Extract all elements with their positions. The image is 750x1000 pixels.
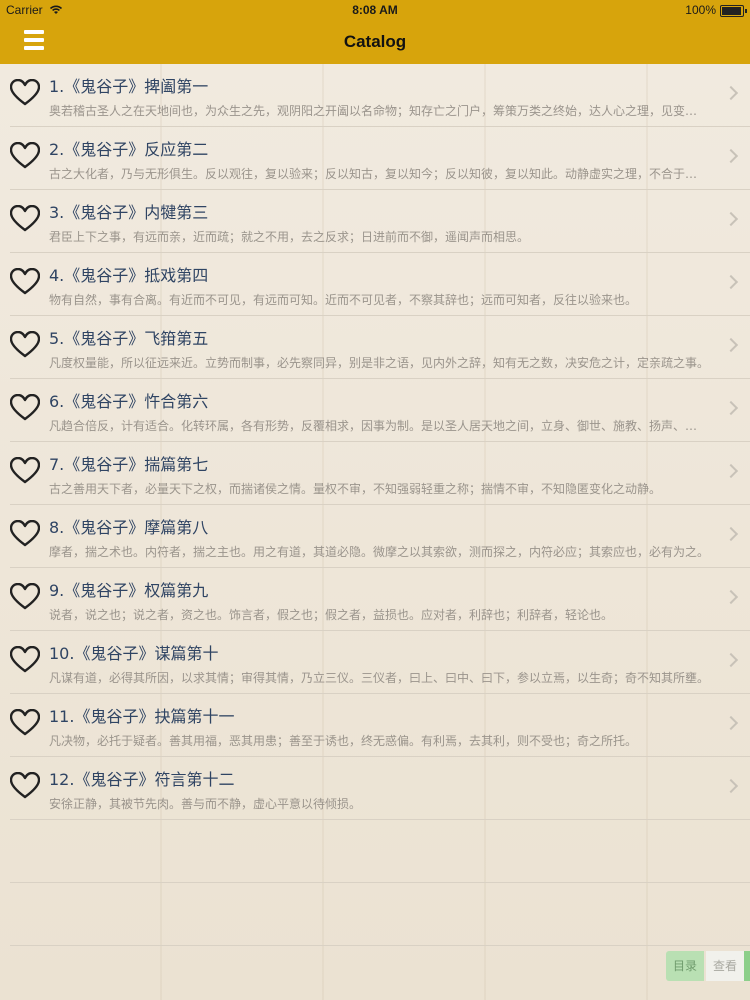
item-excerpt: 凡趋合倍反，计有适合。化转环属，各有形势，反覆相求，因事为制。是以圣人居天地之间…	[49, 419, 709, 433]
list-item[interactable]: 10.《鬼谷子》谋篇第十凡谋有道，必得其所因，以求其情；审得其情，乃立三仪。三仪…	[9, 631, 750, 694]
item-title: 3.《鬼谷子》内犍第三	[49, 203, 209, 222]
chevron-right-icon	[723, 274, 739, 290]
item-excerpt: 凡决物，必托于疑者。善其用福，恶其用患；善至于诱也，终无惑偏。有利焉，去其利，则…	[49, 734, 638, 748]
status-time: 8:08 AM	[352, 3, 398, 17]
heart-icon[interactable]	[9, 330, 41, 359]
heart-icon[interactable]	[9, 267, 41, 296]
list-item[interactable]: 8.《鬼谷子》摩篇第八摩者，揣之术也。内符者，揣之主也。用之有道，其道必隐。微摩…	[9, 505, 750, 568]
chevron-right-icon	[723, 85, 739, 101]
list-item[interactable]: 1.《鬼谷子》捭阖第一奥若稽古圣人之在天地间也，为众生之先，观阴阳之开阖以名命物…	[9, 64, 750, 127]
chevron-right-icon	[723, 652, 739, 668]
item-excerpt: 奥若稽古圣人之在天地间也，为众生之先，观阴阳之开阖以名命物；知存亡之门户，筹策万…	[49, 104, 709, 118]
list-item[interactable]: 5.《鬼谷子》飞箝第五凡度权量能，所以征远来近。立势而制事，必先察同异，别是非之…	[9, 316, 750, 379]
heart-icon[interactable]	[9, 393, 41, 422]
list-item[interactable]: 11.《鬼谷子》抉篇第十一凡决物，必托于疑者。善其用福，恶其用患；善至于诱也，终…	[9, 694, 750, 757]
status-bar: Carrier 8:08 AM 100%	[0, 0, 750, 20]
chevron-right-icon	[723, 463, 739, 479]
item-title: 4.《鬼谷子》抵戏第四	[49, 266, 209, 285]
list-item[interactable]: 7.《鬼谷子》揣篇第七古之善用天下者，必量天下之权，而揣诸侯之情。量权不审，不知…	[9, 442, 750, 505]
empty-row	[10, 820, 750, 883]
heart-icon[interactable]	[9, 519, 41, 548]
tab-catalog[interactable]: 目录	[666, 951, 704, 981]
chevron-right-icon	[723, 148, 739, 164]
item-title: 8.《鬼谷子》摩篇第八	[49, 518, 209, 537]
item-excerpt: 摩者，揣之术也。内符者，揣之主也。用之有道，其道必隐。微摩之以其索欲，测而探之，…	[49, 545, 709, 559]
list-item[interactable]: 4.《鬼谷子》抵戏第四物有自然，事有合离。有近而不可见，有远而可知。近而不可见者…	[9, 253, 750, 316]
page-title: Catalog	[343, 32, 407, 51]
chevron-right-icon	[723, 211, 739, 227]
item-excerpt: 古之大化者，乃与无形俱生。反以观往，复以验来；反以知古，复以知今；反以知彼，复以…	[49, 167, 709, 181]
chevron-right-icon	[723, 778, 739, 794]
list-item[interactable]: 2.《鬼谷子》反应第二古之大化者，乃与无形俱生。反以观往，复以验来；反以知古，复…	[9, 127, 750, 190]
item-title: 7.《鬼谷子》揣篇第七	[49, 455, 209, 474]
chevron-right-icon	[723, 589, 739, 605]
chevron-right-icon	[723, 400, 739, 416]
item-title: 9.《鬼谷子》权篇第九	[49, 581, 209, 600]
item-title: 5.《鬼谷子》飞箝第五	[49, 329, 209, 348]
item-excerpt: 说者，说之也；说之者，资之也。饰言者，假之也；假之者，益损也。应对者，利辞也；利…	[49, 608, 614, 622]
item-title: 1.《鬼谷子》捭阖第一	[49, 77, 209, 96]
list-item[interactable]: 3.《鬼谷子》内犍第三君臣上下之事，有远而亲，近而疏；就之不用，去之反求；日进前…	[9, 190, 750, 253]
list-item[interactable]: 9.《鬼谷子》权篇第九说者，说之也；说之者，资之也。饰言者，假之也；假之者，益损…	[9, 568, 750, 631]
chevron-right-icon	[723, 337, 739, 353]
battery-icon	[720, 5, 747, 17]
list-item[interactable]: 6.《鬼谷子》忤合第六凡趋合倍反，计有适合。化转环属，各有形势，反覆相求，因事为…	[9, 379, 750, 442]
tab-view[interactable]: 查看	[706, 951, 744, 981]
heart-icon[interactable]	[9, 771, 41, 800]
item-title: 12.《鬼谷子》符言第十二	[49, 770, 235, 789]
item-title: 11.《鬼谷子》抉篇第十一	[49, 707, 235, 726]
heart-icon[interactable]	[9, 456, 41, 485]
catalog-list: 1.《鬼谷子》捭阖第一奥若稽古圣人之在天地间也，为众生之先，观阴阳之开阖以名命物…	[0, 64, 750, 1000]
chevron-right-icon	[723, 526, 739, 542]
item-title: 10.《鬼谷子》谋篇第十	[49, 644, 219, 663]
heart-icon[interactable]	[9, 582, 41, 611]
item-title: 2.《鬼谷子》反应第二	[49, 140, 209, 159]
heart-icon[interactable]	[9, 708, 41, 737]
item-title: 6.《鬼谷子》忤合第六	[49, 392, 209, 411]
item-excerpt: 凡度权量能，所以征远来近。立势而制事，必先察同异，别是非之语，见内外之辞，知有无…	[49, 356, 709, 370]
item-excerpt: 安徐正静，其被节先肉。善与而不静，虚心平意以待倾损。	[49, 797, 362, 811]
list-item[interactable]: 12.《鬼谷子》符言第十二安徐正静，其被节先肉。善与而不静，虚心平意以待倾损。	[9, 757, 750, 820]
item-excerpt: 物有自然，事有合离。有近而不可见，有远而可知。近而不可见者，不察其辞也；远而可知…	[49, 293, 638, 307]
heart-icon[interactable]	[9, 78, 41, 107]
chevron-right-icon	[723, 715, 739, 731]
item-excerpt: 君臣上下之事，有远而亲，近而疏；就之不用，去之反求；日进前而不御，遥闻声而相思。	[49, 230, 530, 244]
nav-bar: Catalog	[0, 20, 750, 65]
heart-icon[interactable]	[9, 204, 41, 233]
bottom-tabs: 目录 查看	[666, 951, 750, 981]
tab-edge	[744, 951, 750, 981]
battery-percent: 100%	[685, 3, 716, 17]
heart-icon[interactable]	[9, 645, 41, 674]
heart-icon[interactable]	[9, 141, 41, 170]
item-excerpt: 凡谋有道，必得其所因，以求其情；审得其情，乃立三仪。三仪者，曰上、曰中、曰下，参…	[49, 671, 709, 685]
empty-row	[10, 883, 750, 946]
item-excerpt: 古之善用天下者，必量天下之权，而揣诸侯之情。量权不审，不知强弱轻重之称；揣情不审…	[49, 482, 662, 496]
